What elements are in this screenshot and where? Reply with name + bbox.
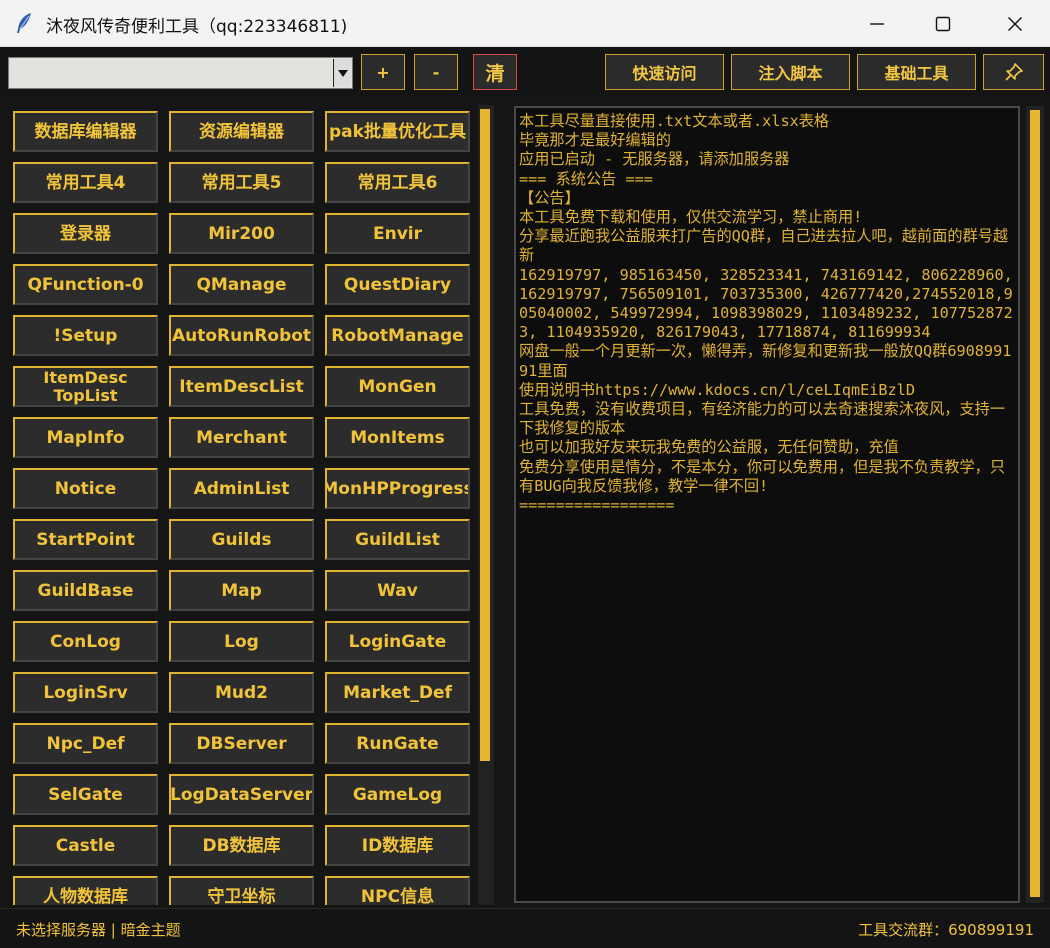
tool-button[interactable]: Envir	[325, 213, 470, 254]
tool-button[interactable]: !Setup	[13, 315, 158, 356]
tool-button[interactable]: MonHPProgress	[325, 468, 470, 509]
pin-icon	[1004, 63, 1023, 81]
clear-log-button[interactable]: 清	[473, 54, 517, 90]
tool-button[interactable]: GuildBase	[13, 570, 158, 611]
tool-button[interactable]: ConLog	[13, 621, 158, 662]
dropdown-arrow-button[interactable]	[333, 59, 351, 87]
tool-button[interactable]: DBServer	[169, 723, 314, 764]
tool-button[interactable]: Guilds	[169, 519, 314, 560]
status-right: 工具交流群：690899191	[858, 921, 1034, 939]
remove-server-button[interactable]: -	[414, 54, 458, 90]
log-scrollbar-thumb[interactable]	[1030, 110, 1040, 897]
tool-button[interactable]: 常用工具4	[13, 162, 158, 203]
log-textarea[interactable]: 本工具尽量直接使用.txt文本或者.xlsx表格 毕竟那才是最好编辑的 应用已启…	[514, 106, 1020, 903]
tool-button[interactable]: Merchant	[169, 417, 314, 458]
tool-button[interactable]: 守卫坐标	[169, 876, 314, 905]
grid-scrollbar[interactable]	[478, 105, 494, 905]
tool-button[interactable]: LogDataServer	[169, 774, 314, 815]
tool-button[interactable]: NPC信息	[325, 876, 470, 905]
tool-button[interactable]: Wav	[325, 570, 470, 611]
tool-button[interactable]: MapInfo	[13, 417, 158, 458]
toolbar: + - 清 快速访问 注入脚本 基础工具	[0, 47, 1050, 97]
tool-button[interactable]: Mud2	[169, 672, 314, 713]
window-title: 沐夜风传奇便利工具（qq:223346811)	[46, 17, 348, 37]
tool-button[interactable]: ID数据库	[325, 825, 470, 866]
add-server-button[interactable]: +	[361, 54, 405, 90]
tool-button-grid: 数据库编辑器 资源编辑器 pak批量优化工具常用工具4 常用工具5 常用工具6 登录器 Mi…	[0, 97, 478, 905]
minimize-button[interactable]	[842, 0, 912, 47]
tool-button[interactable]: AutoRunRobot	[169, 315, 314, 356]
tool-button[interactable]: 人物数据库	[13, 876, 158, 905]
tool-button[interactable]: StartPoint	[13, 519, 158, 560]
tool-button[interactable]: 数据库编辑器	[13, 111, 158, 152]
tool-button[interactable]: GuildList	[325, 519, 470, 560]
tool-button[interactable]: Mir200	[169, 213, 314, 254]
tool-button[interactable]: DB数据库	[169, 825, 314, 866]
tool-button[interactable]: LoginSrv	[13, 672, 158, 713]
tool-button[interactable]: 资源编辑器	[169, 111, 314, 152]
status-left: 未选择服务器 | 暗金主题	[16, 921, 181, 939]
tool-button[interactable]: LoginGate	[325, 621, 470, 662]
tool-button[interactable]: Castle	[13, 825, 158, 866]
log-scrollbar[interactable]	[1026, 106, 1044, 903]
tool-button[interactable]: SelGate	[13, 774, 158, 815]
tool-button[interactable]: GameLog	[325, 774, 470, 815]
title-bar: 沐夜风传奇便利工具（qq:223346811)	[0, 0, 1050, 47]
maximize-button[interactable]	[908, 0, 978, 47]
tool-button[interactable]: Npc_Def	[13, 723, 158, 764]
maximize-icon	[935, 16, 951, 31]
tool-button[interactable]: Log	[169, 621, 314, 662]
tool-button[interactable]: ItemDescList	[169, 366, 314, 407]
tool-button[interactable]: 常用工具5	[169, 162, 314, 203]
tool-button[interactable]: MonItems	[325, 417, 470, 458]
server-select[interactable]	[8, 57, 353, 89]
minimize-icon	[870, 22, 884, 25]
grid-scrollbar-thumb[interactable]	[480, 109, 490, 761]
tool-button[interactable]: AdminList	[169, 468, 314, 509]
log-text: 本工具尽量直接使用.txt文本或者.xlsx表格 毕竟那才是最好编辑的 应用已启…	[519, 112, 1013, 515]
feather-icon	[17, 13, 31, 33]
tool-button[interactable]: Map	[169, 570, 314, 611]
close-icon	[1008, 16, 1022, 31]
tool-button[interactable]: QuestDiary	[325, 264, 470, 305]
tool-button[interactable]: QManage	[169, 264, 314, 305]
inject-script-button[interactable]: 注入脚本	[731, 54, 850, 90]
tool-button[interactable]: QFunction-0	[13, 264, 158, 305]
close-button[interactable]	[980, 0, 1050, 47]
status-bar: 未选择服务器 | 暗金主题 工具交流群：690899191	[0, 908, 1050, 948]
quick-access-button[interactable]: 快速访问	[605, 54, 724, 90]
chevron-down-icon	[337, 69, 348, 77]
tool-button[interactable]: Notice	[13, 468, 158, 509]
basic-tools-button[interactable]: 基础工具	[857, 54, 976, 90]
tool-button[interactable]: RobotManage	[325, 315, 470, 356]
tool-button[interactable]: pak批量优化工具	[325, 111, 470, 152]
tool-button[interactable]: Market_Def	[325, 672, 470, 713]
pin-button[interactable]	[983, 54, 1044, 90]
tool-button[interactable]: 常用工具6	[325, 162, 470, 203]
tool-button[interactable]: MonGen	[325, 366, 470, 407]
tool-button[interactable]: ItemDesc TopList	[13, 366, 158, 407]
tool-button[interactable]: RunGate	[325, 723, 470, 764]
tool-button[interactable]: 登录器	[13, 213, 158, 254]
